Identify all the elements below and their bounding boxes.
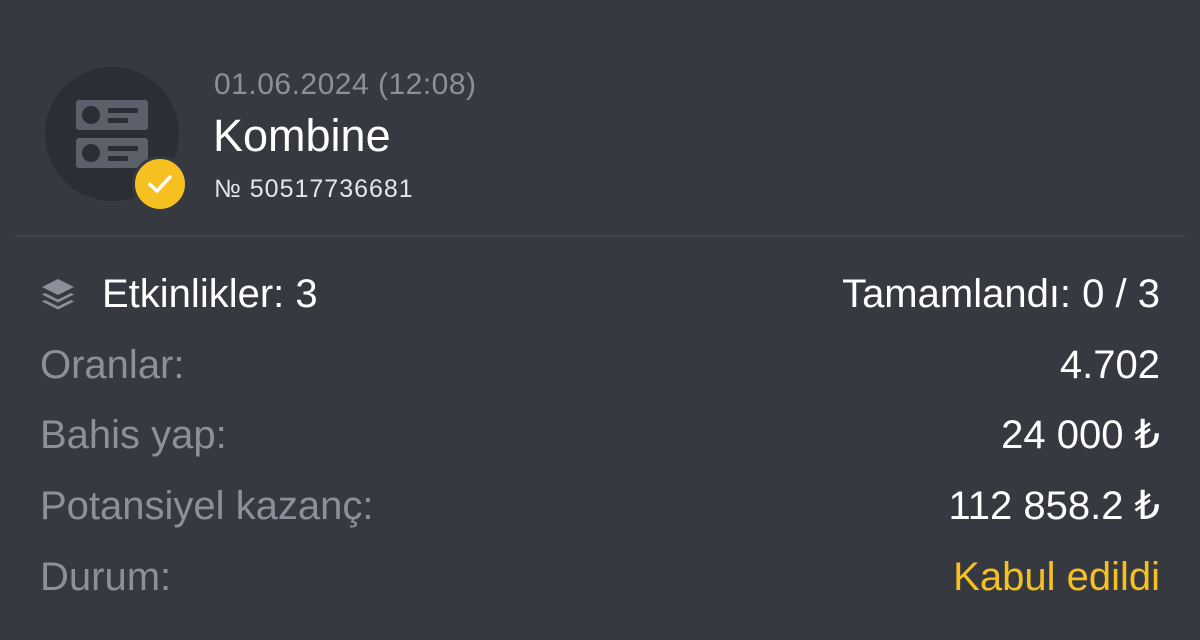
status-label: Durum: [40, 554, 172, 599]
potential-win-label: Potansiyel kazanç: [40, 483, 374, 528]
stake-value: 24 000 ₺ [1001, 413, 1160, 457]
stake-label: Bahis yap: [40, 412, 227, 457]
odds-row: Oranlar: 4.702 [40, 337, 1160, 393]
bet-card[interactable]: 01.06.2024 (12:08) Kombine № 50517736681… [0, 0, 1200, 640]
check-icon [148, 175, 172, 193]
potential-win-row: Potansiyel kazanç: 112 858.2 ₺ [40, 478, 1160, 534]
odds-label: Oranlar: [40, 342, 185, 387]
ticket-icon [76, 100, 148, 168]
potential-win-value: 112 858.2 ₺ [948, 484, 1160, 528]
completed-value: Tamamlandı: 0 / 3 [842, 271, 1160, 316]
bet-number: № 50517736681 [214, 175, 414, 203]
events-label-group: Etkinlikler: 3 [40, 272, 318, 317]
accepted-badge [132, 156, 188, 212]
stake-row: Bahis yap: 24 000 ₺ [40, 407, 1160, 463]
layers-icon [40, 277, 76, 311]
divider [14, 235, 1186, 237]
bet-type-title: Kombine [213, 110, 391, 161]
status-row: Durum: Kabul edildi [40, 549, 1160, 605]
events-row: Etkinlikler: 3 Tamamlandı: 0 / 3 [40, 266, 1160, 322]
status-value: Kabul edildi [953, 554, 1160, 599]
events-label: Etkinlikler: 3 [102, 271, 318, 316]
odds-value: 4.702 [1059, 342, 1160, 387]
bet-date: 01.06.2024 (12:08) [214, 68, 477, 101]
